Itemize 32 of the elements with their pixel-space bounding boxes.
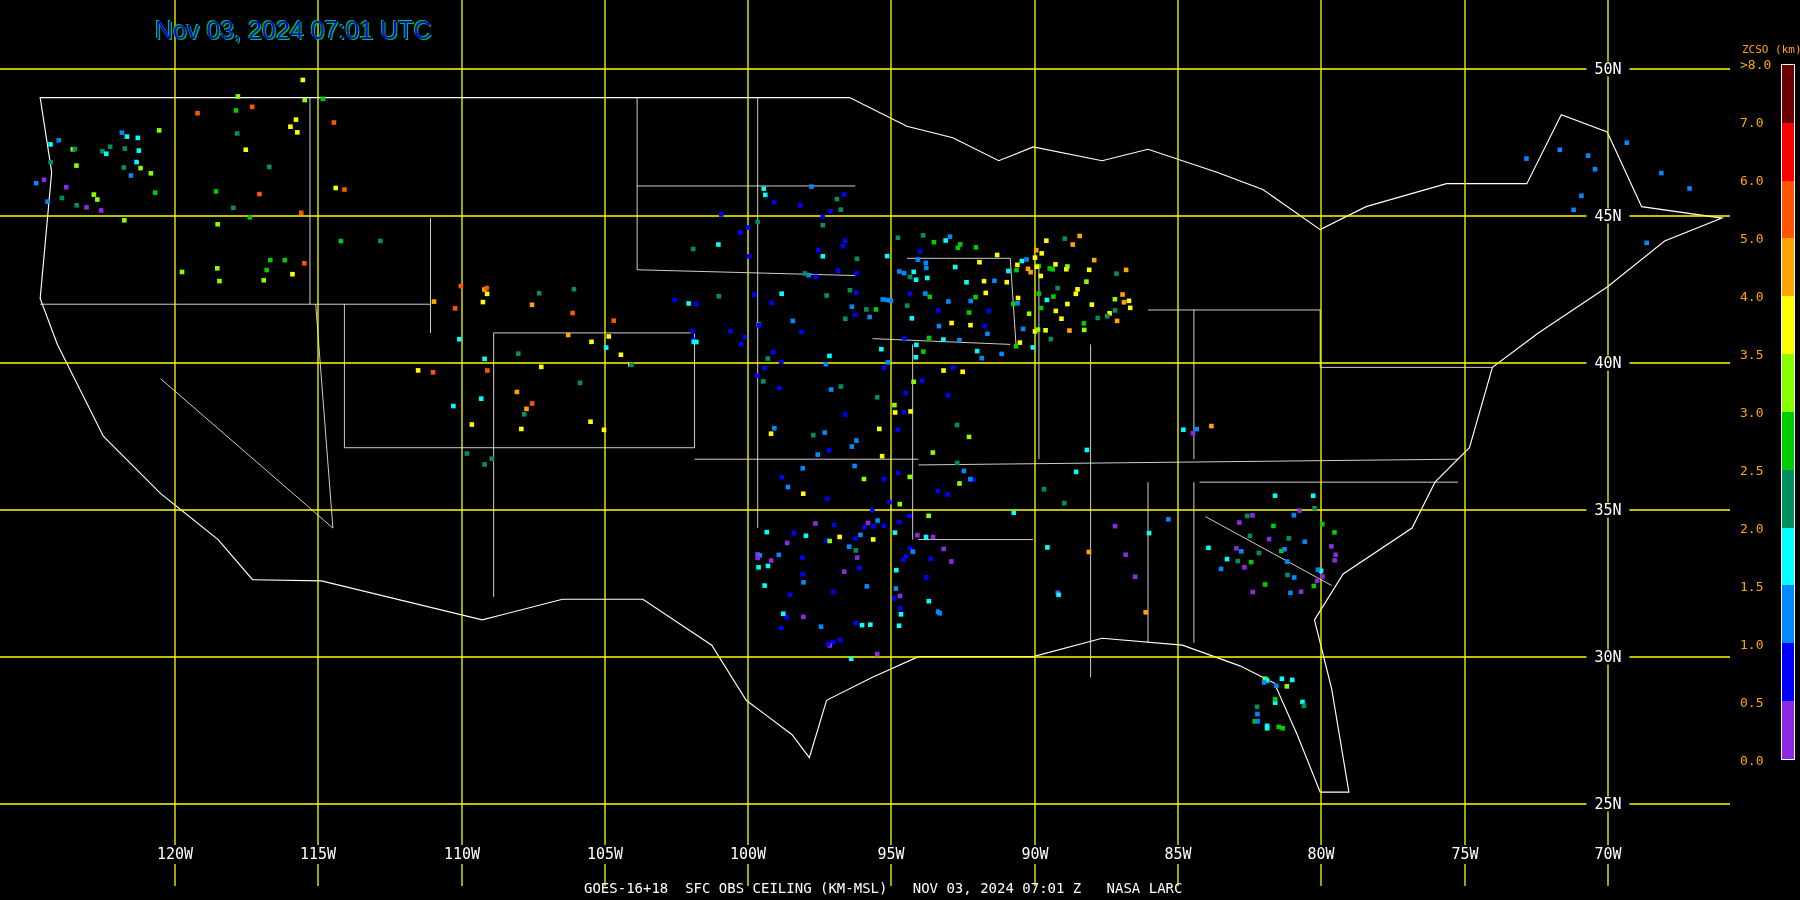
legend-value: 1.0 [1740, 637, 1764, 651]
legend-value: 4.0 [1740, 289, 1764, 303]
legend-value: 1.5 [1740, 579, 1764, 593]
legend-value: 6.0 [1740, 173, 1764, 187]
legend-title: ZCSO (km) [1742, 44, 1800, 55]
longitude-label: 105W [586, 845, 624, 864]
legend-value: >8.0 [1740, 57, 1772, 71]
legend-value: 0.0 [1740, 753, 1764, 767]
legend-value: 2.5 [1740, 463, 1764, 477]
longitude-label: 75W [1451, 845, 1479, 864]
longitude-label: 85W [1164, 845, 1192, 864]
legend-value: 3.0 [1740, 405, 1764, 419]
latitude-label: 50N [1586, 61, 1630, 77]
legend-value: 0.5 [1740, 695, 1764, 709]
legend-value: 3.5 [1740, 347, 1764, 361]
latitude-label: 25N [1586, 796, 1630, 812]
longitude-label: 70W [1594, 845, 1622, 864]
legend-value: 5.0 [1740, 231, 1764, 245]
latitude-label: 30N [1586, 649, 1630, 665]
longitude-label: 90W [1021, 845, 1049, 864]
latitude-label: 40N [1586, 355, 1630, 371]
longitude-label: 120W [156, 845, 194, 864]
longitude-label: 110W [443, 845, 481, 864]
caption: GOES-16+18 SFC OBS CEILING (KM-MSL) NOV 03, 2024 07:01 Z NASA LARC [584, 881, 1183, 895]
longitude-label: 115W [299, 845, 337, 864]
legend-value: 2.0 [1740, 521, 1764, 535]
latitude-label: 45N [1586, 208, 1630, 224]
legend-value: 7.0 [1740, 115, 1764, 129]
latitude-label: 35N [1586, 502, 1630, 518]
longitude-label: 95W [877, 845, 905, 864]
longitude-label: 80W [1307, 845, 1335, 864]
longitude-label: 100W [729, 845, 767, 864]
